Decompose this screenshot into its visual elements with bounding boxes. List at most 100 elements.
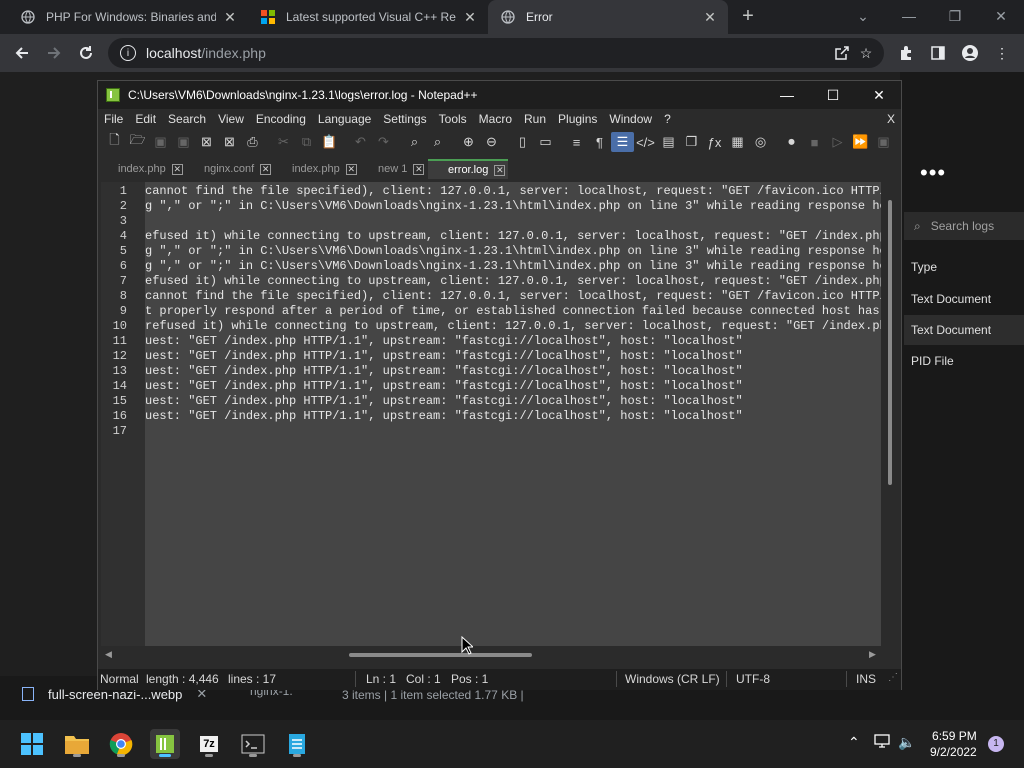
new-tab-button[interactable]: +	[738, 6, 758, 26]
copy-icon[interactable]: ⧉	[295, 132, 318, 152]
close-button[interactable]: ✕	[856, 81, 902, 109]
horizontal-scrollbar[interactable]: ◀ ▶	[101, 647, 881, 663]
file-tab-new-1[interactable]: new 1 ✕	[358, 159, 430, 179]
scrollbar-thumb[interactable]	[349, 653, 532, 657]
menu-kebab-icon[interactable]: ⋮	[992, 43, 1012, 63]
stop-macro-icon[interactable]: ■	[803, 132, 826, 152]
minimize-button[interactable]: —	[886, 0, 932, 32]
save-macro-icon[interactable]: ▣	[872, 132, 895, 152]
menu-file[interactable]: File	[98, 112, 129, 126]
close-all-icon[interactable]: ⊠	[218, 132, 241, 152]
side-panel-icon[interactable]	[928, 43, 948, 63]
user-language-icon[interactable]: </>	[634, 132, 657, 152]
chevron-up-icon[interactable]: ⌃	[848, 734, 860, 751]
word-wrap-icon[interactable]: ≡	[565, 132, 588, 152]
print-icon[interactable]: ⎙	[241, 132, 264, 152]
info-icon[interactable]: i	[120, 45, 136, 61]
file-tab-nginx-conf[interactable]: nginx.conf ✕	[184, 159, 276, 179]
file-tab-error-log[interactable]: error.log ✕	[428, 159, 508, 179]
monitoring-icon[interactable]: ◎	[749, 132, 772, 152]
undo-icon[interactable]: ↶	[349, 132, 372, 152]
text-editor[interactable]: 1 2 3 4 5 6 7 8 9 10 11 12 13 14 15 16 1…	[101, 182, 881, 646]
close-window-button[interactable]: ✕	[978, 0, 1024, 32]
show-all-chars-icon[interactable]: ¶	[588, 132, 611, 152]
menu-language[interactable]: Language	[312, 112, 377, 126]
list-item[interactable]: Text Document	[904, 284, 1024, 314]
system-clock[interactable]: 6:59 PM 9/2/2022	[930, 728, 977, 760]
document-list-icon[interactable]: ❐	[680, 132, 703, 152]
notepad-icon[interactable]	[282, 729, 312, 759]
replace-icon[interactable]: ⌕	[426, 132, 449, 152]
column-type[interactable]: Type	[904, 252, 1024, 282]
extensions-icon[interactable]	[896, 43, 916, 63]
browser-tab-php[interactable]: PHP For Windows: Binaries and s ✕	[8, 0, 248, 34]
bookmark-star-icon[interactable]: ☆	[856, 43, 876, 63]
notification-badge[interactable]: 1	[988, 736, 1004, 752]
menu-plugins[interactable]: Plugins	[552, 112, 603, 126]
menu-search[interactable]: Search	[162, 112, 212, 126]
menu-run[interactable]: Run	[518, 112, 552, 126]
cut-icon[interactable]: ✂	[272, 132, 295, 152]
close-tab-icon[interactable]: ✕	[222, 9, 238, 26]
menu-edit[interactable]: Edit	[129, 112, 162, 126]
menu-window[interactable]: Window	[603, 112, 658, 126]
close-tab-icon[interactable]: ✕	[171, 163, 183, 175]
save-icon[interactable]: ▣	[149, 132, 172, 152]
redo-icon[interactable]: ↷	[372, 132, 395, 152]
restore-button[interactable]: ❐	[932, 0, 978, 32]
record-macro-icon[interactable]: ⏺	[780, 132, 803, 152]
share-icon[interactable]	[832, 43, 852, 63]
close-tab-icon[interactable]: ✕	[462, 9, 478, 26]
terminal-icon[interactable]	[238, 729, 268, 759]
folder-workspace-icon[interactable]: ▦	[726, 132, 749, 152]
browser-tab-vcredist[interactable]: Latest supported Visual C++ Red ✕	[248, 0, 488, 34]
resize-grip-icon[interactable]: ⋰	[888, 672, 898, 683]
file-tab-index-php-2[interactable]: index.php ✕	[272, 159, 360, 179]
save-all-icon[interactable]: ▣	[172, 132, 195, 152]
windows-start-icon[interactable]	[17, 729, 47, 759]
close-tab-icon[interactable]: ✕	[413, 163, 425, 175]
paste-icon[interactable]: 📋	[318, 132, 341, 152]
zoom-in-icon[interactable]: ⊕	[457, 132, 480, 152]
forward-button[interactable]	[43, 42, 65, 64]
close-document-button[interactable]: X	[887, 112, 895, 126]
run-macro-multiple-icon[interactable]: ⏩	[849, 132, 872, 152]
network-icon[interactable]	[874, 734, 890, 751]
more-options-icon[interactable]: •••	[920, 160, 946, 186]
sync-vertical-icon[interactable]: ▯	[511, 132, 534, 152]
close-tab-icon[interactable]: ✕	[494, 164, 506, 176]
file-explorer-icon[interactable]	[62, 729, 92, 759]
find-icon[interactable]: ⌕	[403, 132, 426, 152]
chrome-icon[interactable]	[106, 729, 136, 759]
7zip-icon[interactable]: 7z	[194, 729, 224, 759]
profile-icon[interactable]	[960, 43, 980, 63]
menu-tools[interactable]: Tools	[433, 112, 473, 126]
volume-icon[interactable]: 🔈	[898, 734, 915, 751]
address-bar[interactable]: i localhost/index.php	[108, 38, 884, 68]
menu-settings[interactable]: Settings	[377, 112, 432, 126]
file-tab-index-php[interactable]: index.php ✕	[98, 159, 186, 179]
open-file-icon[interactable]: 🗁	[126, 132, 149, 152]
menu-view[interactable]: View	[212, 112, 250, 126]
notepadpp-taskbar-icon[interactable]	[150, 729, 180, 759]
new-file-icon[interactable]: 🗋	[103, 132, 126, 152]
search-logs-input[interactable]: ⌕ Search logs	[904, 212, 1024, 240]
sync-horizontal-icon[interactable]: ▭	[534, 132, 557, 152]
close-tab-icon[interactable]: ✕	[345, 163, 357, 175]
back-button[interactable]	[11, 42, 33, 64]
scroll-right-arrow-icon[interactable]: ▶	[869, 649, 876, 660]
play-macro-icon[interactable]: ▷	[826, 132, 849, 152]
menu-help[interactable]: ?	[658, 112, 677, 126]
function-list-icon[interactable]: ƒx	[703, 132, 726, 152]
document-map-icon[interactable]: ▤	[657, 132, 680, 152]
close-tab-icon[interactable]: ✕	[702, 9, 718, 26]
scrollbar-thumb[interactable]	[888, 200, 892, 485]
list-item[interactable]: PID File	[904, 346, 1024, 376]
maximize-button[interactable]: ☐	[810, 81, 856, 109]
scroll-left-arrow-icon[interactable]: ◀	[105, 649, 112, 660]
browser-tab-error[interactable]: Error ✕	[488, 0, 728, 34]
vertical-scrollbar[interactable]	[883, 182, 899, 646]
minimize-button[interactable]: —	[764, 81, 810, 109]
indent-guide-icon[interactable]: ☰	[611, 132, 634, 152]
close-file-icon[interactable]: ⊠	[195, 132, 218, 152]
